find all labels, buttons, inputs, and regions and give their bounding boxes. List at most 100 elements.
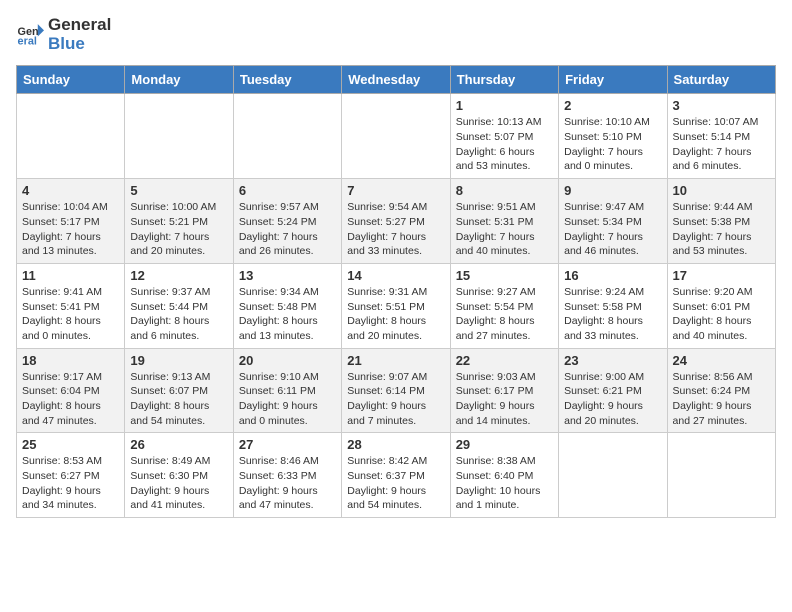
day-number: 24 <box>673 353 770 368</box>
day-number: 3 <box>673 98 770 113</box>
calendar-cell: 13 Sunrise: 9:34 AM Sunset: 5:48 PM Dayli… <box>233 263 341 348</box>
day-number: 20 <box>239 353 336 368</box>
page-header: Gen eral General Blue <box>16 16 776 53</box>
calendar-table: SundayMondayTuesdayWednesdayThursdayFrid… <box>16 65 776 518</box>
day-info: Sunrise: 10:00 AM Sunset: 5:21 PM Daylig… <box>130 200 227 259</box>
day-number: 17 <box>673 268 770 283</box>
calendar-cell: 19 Sunrise: 9:13 AM Sunset: 6:07 PM Dayli… <box>125 348 233 433</box>
day-info: Sunrise: 9:17 AM Sunset: 6:04 PM Dayligh… <box>22 370 119 429</box>
logo: Gen eral General Blue <box>16 16 111 53</box>
day-number: 21 <box>347 353 444 368</box>
calendar-cell: 14Sunrise: 9:31 AM Sunset: 5:51 PM Dayli… <box>342 263 450 348</box>
calendar-cell <box>17 94 125 179</box>
calendar-cell: 24Sunrise: 8:56 AM Sunset: 6:24 PM Dayli… <box>667 348 775 433</box>
calendar-cell: 20 Sunrise: 9:10 AM Sunset: 6:11 PM Dayli… <box>233 348 341 433</box>
day-info: Sunrise: 8:42 AM Sunset: 6:37 PM Dayligh… <box>347 454 444 513</box>
calendar-cell: 3 Sunrise: 10:07 AM Sunset: 5:14 PM Dayli… <box>667 94 775 179</box>
calendar-cell: 1 Sunrise: 10:13 AM Sunset: 5:07 PM Dayli… <box>450 94 558 179</box>
calendar-cell: 26 Sunrise: 8:49 AM Sunset: 6:30 PM Dayli… <box>125 433 233 518</box>
calendar-cell: 15 Sunrise: 9:27 AM Sunset: 5:54 PM Dayli… <box>450 263 558 348</box>
calendar-cell: 28 Sunrise: 8:42 AM Sunset: 6:37 PM Dayli… <box>342 433 450 518</box>
calendar-cell: 2 Sunrise: 10:10 AM Sunset: 5:10 PM Dayli… <box>559 94 667 179</box>
calendar-cell: 5 Sunrise: 10:00 AM Sunset: 5:21 PM Dayli… <box>125 179 233 264</box>
day-info: Sunrise: 10:04 AM Sunset: 5:17 PM Daylig… <box>22 200 119 259</box>
day-number: 22 <box>456 353 553 368</box>
calendar-cell <box>342 94 450 179</box>
day-number: 19 <box>130 353 227 368</box>
day-info: Sunrise: 9:07 AM Sunset: 6:14 PM Dayligh… <box>347 370 444 429</box>
logo-text-line1: General <box>48 16 111 35</box>
day-info: Sunrise: 9:10 AM Sunset: 6:11 PM Dayligh… <box>239 370 336 429</box>
day-info: Sunrise: 9:47 AM Sunset: 5:34 PM Dayligh… <box>564 200 661 259</box>
calendar-cell: 18 Sunrise: 9:17 AM Sunset: 6:04 PM Dayli… <box>17 348 125 433</box>
day-info: Sunrise: 9:24 AM Sunset: 5:58 PM Dayligh… <box>564 285 661 344</box>
calendar-cell: 17 Sunrise: 9:20 AM Sunset: 6:01 PM Dayli… <box>667 263 775 348</box>
day-number: 29 <box>456 437 553 452</box>
day-number: 18 <box>22 353 119 368</box>
day-info: Sunrise: 10:07 AM Sunset: 5:14 PM Daylig… <box>673 115 770 174</box>
day-info: Sunrise: 9:13 AM Sunset: 6:07 PM Dayligh… <box>130 370 227 429</box>
header-sunday: Sunday <box>17 66 125 94</box>
calendar-cell <box>667 433 775 518</box>
calendar-cell: 12 Sunrise: 9:37 AM Sunset: 5:44 PM Dayli… <box>125 263 233 348</box>
calendar-cell: 6 Sunrise: 9:57 AM Sunset: 5:24 PM Daylig… <box>233 179 341 264</box>
day-number: 28 <box>347 437 444 452</box>
day-number: 1 <box>456 98 553 113</box>
day-info: Sunrise: 8:38 AM Sunset: 6:40 PM Dayligh… <box>456 454 553 513</box>
day-info: Sunrise: 9:27 AM Sunset: 5:54 PM Dayligh… <box>456 285 553 344</box>
calendar-cell: 7 Sunrise: 9:54 AM Sunset: 5:27 PM Daylig… <box>342 179 450 264</box>
day-info: Sunrise: 10:10 AM Sunset: 5:10 PM Daylig… <box>564 115 661 174</box>
calendar-cell: 4Sunrise: 10:04 AM Sunset: 5:17 PM Dayli… <box>17 179 125 264</box>
calendar-cell: 10Sunrise: 9:44 AM Sunset: 5:38 PM Dayli… <box>667 179 775 264</box>
day-number: 13 <box>239 268 336 283</box>
day-info: Sunrise: 8:53 AM Sunset: 6:27 PM Dayligh… <box>22 454 119 513</box>
week-row-2: 4Sunrise: 10:04 AM Sunset: 5:17 PM Dayli… <box>17 179 776 264</box>
header-friday: Friday <box>559 66 667 94</box>
day-info: Sunrise: 9:57 AM Sunset: 5:24 PM Dayligh… <box>239 200 336 259</box>
week-row-1: 1 Sunrise: 10:13 AM Sunset: 5:07 PM Dayli… <box>17 94 776 179</box>
day-info: Sunrise: 9:31 AM Sunset: 5:51 PM Dayligh… <box>347 285 444 344</box>
calendar-header-row: SundayMondayTuesdayWednesdayThursdayFrid… <box>17 66 776 94</box>
header-wednesday: Wednesday <box>342 66 450 94</box>
day-info: Sunrise: 9:34 AM Sunset: 5:48 PM Dayligh… <box>239 285 336 344</box>
day-number: 15 <box>456 268 553 283</box>
calendar-cell: 25Sunrise: 8:53 AM Sunset: 6:27 PM Dayli… <box>17 433 125 518</box>
calendar-cell: 9 Sunrise: 9:47 AM Sunset: 5:34 PM Daylig… <box>559 179 667 264</box>
day-number: 12 <box>130 268 227 283</box>
week-row-3: 11Sunrise: 9:41 AM Sunset: 5:41 PM Dayli… <box>17 263 776 348</box>
logo-icon: Gen eral <box>16 21 44 49</box>
day-info: Sunrise: 9:20 AM Sunset: 6:01 PM Dayligh… <box>673 285 770 344</box>
day-number: 16 <box>564 268 661 283</box>
day-info: Sunrise: 9:51 AM Sunset: 5:31 PM Dayligh… <box>456 200 553 259</box>
calendar-cell: 16 Sunrise: 9:24 AM Sunset: 5:58 PM Dayli… <box>559 263 667 348</box>
day-number: 11 <box>22 268 119 283</box>
day-info: Sunrise: 8:46 AM Sunset: 6:33 PM Dayligh… <box>239 454 336 513</box>
calendar-cell: 29 Sunrise: 8:38 AM Sunset: 6:40 PM Dayli… <box>450 433 558 518</box>
calendar-cell <box>233 94 341 179</box>
svg-text:eral: eral <box>18 35 37 47</box>
calendar-cell <box>125 94 233 179</box>
day-number: 7 <box>347 183 444 198</box>
day-number: 2 <box>564 98 661 113</box>
day-number: 10 <box>673 183 770 198</box>
day-number: 9 <box>564 183 661 198</box>
day-info: Sunrise: 9:03 AM Sunset: 6:17 PM Dayligh… <box>456 370 553 429</box>
day-info: Sunrise: 8:49 AM Sunset: 6:30 PM Dayligh… <box>130 454 227 513</box>
day-info: Sunrise: 9:54 AM Sunset: 5:27 PM Dayligh… <box>347 200 444 259</box>
day-number: 23 <box>564 353 661 368</box>
logo-text-line2: Blue <box>48 35 111 54</box>
day-number: 6 <box>239 183 336 198</box>
day-info: Sunrise: 9:37 AM Sunset: 5:44 PM Dayligh… <box>130 285 227 344</box>
header-tuesday: Tuesday <box>233 66 341 94</box>
calendar-cell: 27Sunrise: 8:46 AM Sunset: 6:33 PM Dayli… <box>233 433 341 518</box>
week-row-4: 18 Sunrise: 9:17 AM Sunset: 6:04 PM Dayli… <box>17 348 776 433</box>
calendar-cell: 23 Sunrise: 9:00 AM Sunset: 6:21 PM Dayli… <box>559 348 667 433</box>
day-info: Sunrise: 9:00 AM Sunset: 6:21 PM Dayligh… <box>564 370 661 429</box>
day-info: Sunrise: 10:13 AM Sunset: 5:07 PM Daylig… <box>456 115 553 174</box>
header-monday: Monday <box>125 66 233 94</box>
day-number: 26 <box>130 437 227 452</box>
calendar-cell: 11Sunrise: 9:41 AM Sunset: 5:41 PM Dayli… <box>17 263 125 348</box>
header-thursday: Thursday <box>450 66 558 94</box>
day-number: 5 <box>130 183 227 198</box>
week-row-5: 25Sunrise: 8:53 AM Sunset: 6:27 PM Dayli… <box>17 433 776 518</box>
